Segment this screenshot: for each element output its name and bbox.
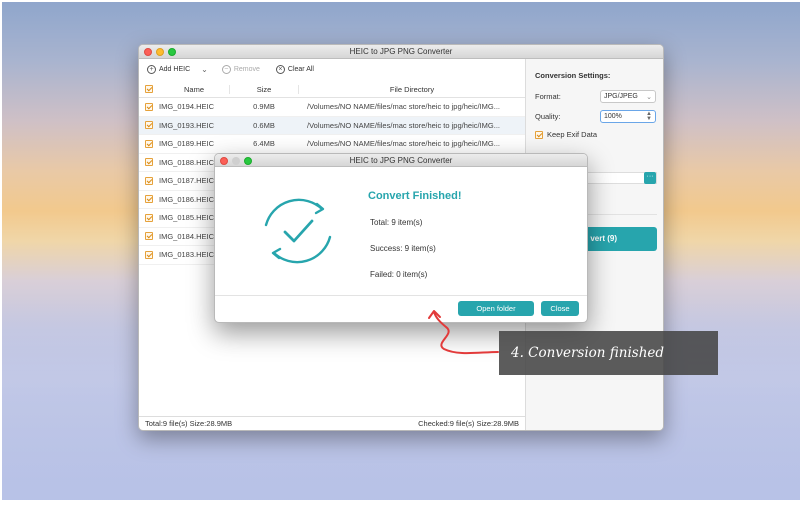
dialog-title: HEIC to JPG PNG Converter — [349, 156, 453, 165]
table-row[interactable]: IMG_0193.HEIC 0.6MB/Volumes/NO NAME/files… — [139, 116, 525, 135]
format-select[interactable]: JPG/JPEG ⌄ — [600, 90, 656, 103]
convert-label: vert (9) — [590, 234, 617, 243]
success-count: Success: 9 item(s) — [370, 244, 436, 253]
success-check-icon — [264, 198, 332, 264]
toolbar: + Add HEIC ⌄ − Remove × Clear All — [139, 59, 525, 79]
chevron-down-icon: ⌄ — [646, 93, 652, 101]
failed-count: Failed: 0 item(s) — [370, 270, 428, 279]
format-label: Format: — [535, 92, 561, 101]
row-checkbox[interactable] — [145, 139, 153, 148]
window-controls — [144, 48, 176, 56]
add-dropdown-chevron-icon[interactable]: ⌄ — [201, 65, 208, 74]
row-file-size: 6.4MB — [253, 139, 275, 149]
dialog-zoom-window-button[interactable] — [244, 157, 252, 165]
row-file-directory: /Volumes/NO NAME/files/mac store/heic to… — [307, 120, 500, 130]
keep-exif-option[interactable]: Keep Exif Data — [535, 130, 656, 139]
convert-finished-dialog: HEIC to JPG PNG Converter Convert Finish… — [214, 153, 588, 323]
file-list-header: Name Size File Directory — [139, 81, 525, 98]
keep-exif-checkbox[interactable] — [535, 130, 543, 139]
close-window-button[interactable] — [144, 48, 152, 56]
row-checkbox[interactable] — [145, 158, 153, 167]
dialog-window-controls — [220, 157, 252, 165]
row-checkbox[interactable] — [145, 176, 153, 185]
format-value: JPG/JPEG — [604, 93, 638, 100]
clear-all-label: Clear All — [287, 65, 314, 73]
close-button[interactable]: Close — [541, 301, 579, 316]
annotation-arrow-icon — [428, 310, 499, 355]
row-checkbox[interactable] — [145, 250, 153, 259]
minimize-window-button[interactable] — [156, 48, 164, 56]
browse-button[interactable]: ··· — [644, 172, 656, 184]
row-file-name: IMG_0193.HEIC — [159, 120, 215, 130]
row-file-name: IMG_0189.HEIC — [159, 139, 215, 149]
status-bar: Total:9 file(s) Size:28.9MB Checked:9 fi… — [139, 416, 525, 430]
keep-exif-label: Keep Exif Data — [547, 130, 598, 139]
row-file-directory: /Volumes/NO NAME/files/mac store/heic to… — [307, 102, 500, 112]
row-file-name: IMG_0194.HEIC — [159, 102, 215, 112]
column-header-size[interactable]: Size — [229, 84, 299, 94]
column-header-directory[interactable]: File Directory — [299, 85, 525, 94]
remove-label: Remove — [233, 65, 260, 73]
dialog-close-window-button[interactable] — [220, 157, 228, 165]
clear-all-button[interactable]: × Clear All — [275, 64, 314, 74]
row-file-size: 0.9MB — [253, 102, 275, 112]
remove-button[interactable]: − Remove — [221, 64, 260, 74]
add-heic-label: Add HEIC — [159, 65, 191, 73]
dialog-divider — [215, 295, 587, 296]
table-row[interactable]: IMG_0194.HEIC 0.9MB/Volumes/NO NAME/files… — [139, 98, 525, 117]
dialog-titlebar: HEIC to JPG PNG Converter — [215, 154, 587, 167]
plus-icon: + — [147, 64, 156, 74]
row-file-directory: /Volumes/NO NAME/files/mac store/heic to… — [307, 139, 500, 149]
stepper-arrows-icon[interactable]: ▲ ▼ — [646, 111, 652, 122]
dialog-minimize-disabled — [232, 157, 240, 165]
select-all-checkbox[interactable] — [145, 85, 153, 93]
x-circle-icon: × — [275, 64, 285, 74]
zoom-window-button[interactable] — [168, 48, 176, 56]
desktop-background: HEIC to JPG PNG Converter + Add HEIC ⌄ −… — [2, 2, 800, 500]
settings-title: Conversion Settings: — [535, 71, 611, 80]
quality-value: 100% — [604, 113, 622, 120]
quality-label: Quality: — [535, 112, 561, 121]
table-row[interactable]: IMG_0189.HEIC 6.4MB/Volumes/NO NAME/files… — [139, 135, 525, 154]
total-count: Total: 9 item(s) — [370, 218, 423, 227]
row-checkbox[interactable] — [145, 195, 153, 204]
row-checkbox[interactable] — [145, 232, 153, 241]
main-titlebar: HEIC to JPG PNG Converter — [139, 45, 663, 59]
dialog-heading: Convert Finished! — [368, 190, 462, 202]
row-checkbox[interactable] — [145, 121, 153, 130]
row-checkbox[interactable] — [145, 213, 153, 222]
column-header-name[interactable]: Name — [159, 85, 229, 94]
quality-stepper[interactable]: 100% ▲ ▼ — [600, 110, 656, 123]
status-checked: Checked:9 file(s) Size:28.9MB — [418, 419, 519, 428]
minus-icon: − — [221, 64, 231, 74]
step-callout: 4. Conversion finished — [499, 331, 718, 375]
row-checkbox[interactable] — [145, 102, 153, 111]
add-heic-button[interactable]: + Add HEIC — [147, 64, 191, 74]
status-total: Total:9 file(s) Size:28.9MB — [145, 419, 233, 428]
row-file-size: 0.6MB — [253, 120, 275, 130]
main-window-title: HEIC to JPG PNG Converter — [349, 47, 453, 56]
